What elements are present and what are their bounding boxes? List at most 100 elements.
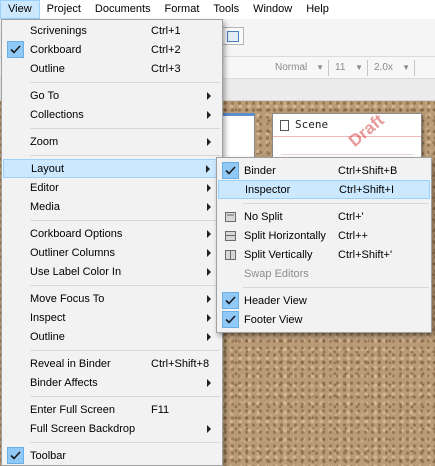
font-size-value: 11 — [335, 62, 346, 73]
menu-item-shortcut: Ctrl+Shift+' — [338, 248, 393, 261]
checkmark-icon — [221, 162, 239, 179]
menu-item-swap-editors: Swap Editors — [218, 264, 430, 283]
menu-item-label: Footer View — [244, 313, 303, 326]
checkmark-icon — [221, 311, 239, 328]
menu-item-label: Binder — [244, 164, 276, 177]
menu-item-shortcut: Ctrl++ — [338, 229, 368, 242]
menu-item-footer-view[interactable]: Footer View — [218, 310, 430, 329]
menu-item-layout[interactable]: Layout — [3, 159, 221, 178]
split-horizontal-icon — [224, 230, 236, 241]
menu-item-go-to[interactable]: Go To — [3, 86, 221, 105]
submenu-arrow-icon — [207, 137, 211, 146]
submenu-arrow-icon — [207, 183, 211, 192]
font-size-select[interactable]: 11 ▼ — [331, 60, 368, 76]
chevron-down-icon: ▼ — [355, 63, 363, 72]
menu-item-header-view[interactable]: Header View — [218, 291, 430, 310]
submenu-arrow-icon — [207, 110, 211, 119]
menu-item-move-focus-to[interactable]: Move Focus To — [3, 289, 221, 308]
menu-item-shortcut: Ctrl+2 — [151, 43, 181, 56]
menu-item-label: Reveal in Binder — [30, 357, 111, 370]
menu-item-editor[interactable]: Editor — [3, 178, 221, 197]
menu-item-zoom[interactable]: Zoom — [3, 132, 221, 151]
menu-item-label: Binder Affects — [30, 376, 98, 389]
menu-item-enter-full-screen[interactable]: Enter Full Screen F11 — [3, 400, 221, 419]
menu-separator — [30, 155, 220, 156]
menu-item-reveal-in-binder[interactable]: Reveal in Binder Ctrl+Shift+8 — [3, 354, 221, 373]
menu-item-label: Layout — [31, 162, 65, 175]
menu-item-label: Media — [30, 200, 60, 213]
menu-item-no-split[interactable]: No Split Ctrl+' — [218, 207, 430, 226]
style-select[interactable]: Normal ▼ — [271, 60, 329, 76]
menu-item-corkboard-options[interactable]: Corkboard Options — [3, 224, 221, 243]
menu-item-use-label-color-in[interactable]: Use Label Color In — [3, 262, 221, 281]
menu-item-split-horizontally[interactable]: Split Horizontally Ctrl++ — [218, 226, 430, 245]
submenu-arrow-icon — [207, 332, 211, 341]
menu-separator — [30, 128, 220, 129]
menu-item-label: Editor — [30, 181, 59, 194]
menu-item-label: Outline — [30, 62, 65, 75]
menu-item-corkboard[interactable]: Corkboard Ctrl+2 — [3, 40, 221, 59]
menu-documents[interactable]: Documents — [88, 0, 158, 19]
menu-item-label: Use Label Color In — [30, 265, 122, 278]
menu-item-shortcut: Ctrl+Shift+I — [339, 183, 395, 196]
menu-item-split-vertically[interactable]: Split Vertically Ctrl+Shift+' — [218, 245, 430, 264]
no-split-icon — [224, 211, 236, 222]
layout-toolbar-icon[interactable] — [222, 27, 244, 45]
view-menu: Scrivenings Ctrl+1 Corkboard Ctrl+2 Outl… — [1, 19, 223, 466]
checkmark-icon — [6, 41, 24, 58]
menu-item-shortcut: Ctrl+Shift+8 — [151, 357, 210, 370]
menu-separator — [243, 203, 429, 204]
menu-item-inspect[interactable]: Inspect — [3, 308, 221, 327]
menu-window[interactable]: Window — [246, 0, 299, 19]
menu-item-label: Zoom — [30, 135, 59, 148]
menu-item-binder-affects[interactable]: Binder Affects — [3, 373, 221, 392]
submenu-arrow-icon — [207, 248, 211, 257]
menu-item-label: Collections — [30, 108, 84, 121]
chevron-down-icon: ▼ — [402, 63, 410, 72]
menu-item-outliner-columns[interactable]: Outliner Columns — [3, 243, 221, 262]
menu-item-outline-submenu[interactable]: Outline — [3, 327, 221, 346]
menu-separator — [30, 220, 220, 221]
card-title[interactable]: Scene — [295, 118, 328, 131]
menu-separator — [30, 82, 220, 83]
menu-tools[interactable]: Tools — [206, 0, 246, 19]
line-spacing-select[interactable]: 2.0x ▼ — [370, 60, 415, 76]
menu-project[interactable]: Project — [40, 0, 88, 19]
menu-help[interactable]: Help — [299, 0, 336, 19]
menu-separator — [30, 350, 220, 351]
menu-item-shortcut: Ctrl+1 — [151, 24, 181, 37]
chevron-down-icon: ▼ — [316, 63, 324, 72]
menu-bar: View Project Documents Format Tools Wind… — [0, 0, 435, 19]
menu-format[interactable]: Format — [158, 0, 207, 19]
menu-item-label: Enter Full Screen — [30, 403, 115, 416]
menu-item-full-screen-backdrop[interactable]: Full Screen Backdrop — [3, 419, 221, 438]
menu-separator — [30, 285, 220, 286]
menu-item-outline-view[interactable]: Outline Ctrl+3 — [3, 59, 221, 78]
menu-item-label: Move Focus To — [30, 292, 105, 305]
menu-separator — [30, 442, 220, 443]
menu-item-toolbar[interactable]: Toolbar — [3, 446, 221, 465]
card-line — [281, 154, 413, 155]
menu-item-collections[interactable]: Collections — [3, 105, 221, 124]
submenu-arrow-icon — [207, 202, 211, 211]
split-vertical-icon — [224, 249, 236, 260]
menu-item-media[interactable]: Media — [3, 197, 221, 216]
menu-item-scrivenings[interactable]: Scrivenings Ctrl+1 — [3, 21, 221, 40]
menu-view[interactable]: View — [0, 0, 40, 19]
menu-item-label: Corkboard — [30, 43, 82, 56]
checkmark-icon — [221, 292, 239, 309]
menu-item-shortcut: Ctrl+' — [338, 210, 364, 223]
submenu-arrow-icon — [206, 164, 210, 173]
menu-item-inspector[interactable]: Inspector Ctrl+Shift+I — [218, 180, 430, 199]
submenu-arrow-icon — [207, 229, 211, 238]
menu-item-label: Scrivenings — [30, 24, 87, 37]
document-icon — [280, 120, 289, 131]
menu-item-label: Outline — [30, 330, 65, 343]
submenu-arrow-icon — [207, 378, 211, 387]
menu-item-binder[interactable]: Binder Ctrl+Shift+B — [218, 161, 430, 180]
menu-item-shortcut: Ctrl+Shift+B — [338, 164, 398, 177]
menu-item-label: Header View — [244, 294, 307, 307]
menu-item-label: No Split — [244, 210, 283, 223]
menu-item-label: Inspector — [245, 183, 291, 196]
submenu-arrow-icon — [207, 267, 211, 276]
